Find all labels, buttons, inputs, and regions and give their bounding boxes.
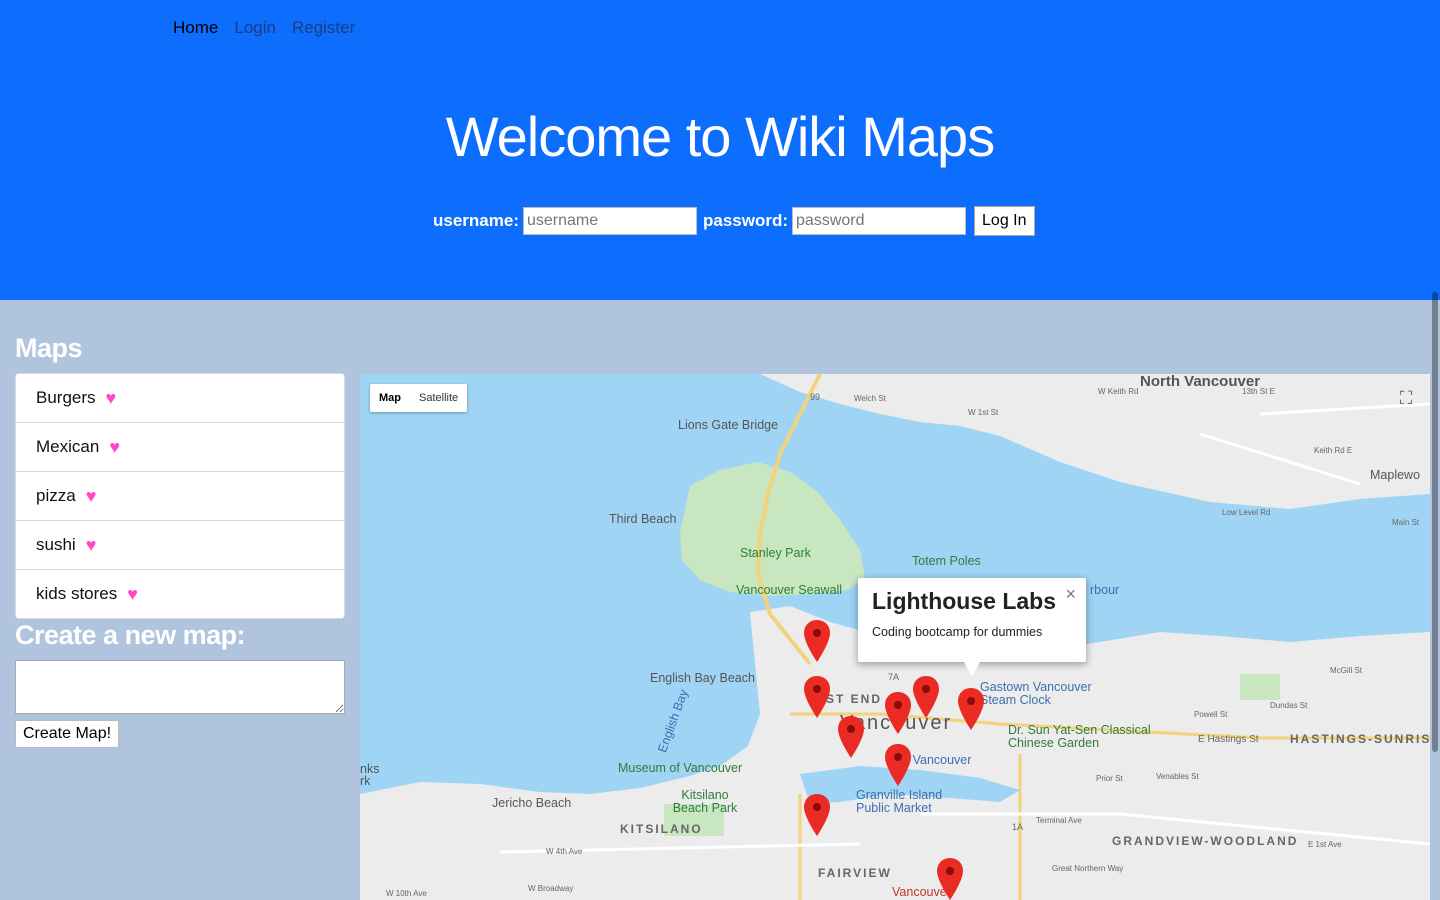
map-marker-pin-icon[interactable] [885,744,911,786]
map-name: pizza [36,486,76,505]
map-marker-pin-icon[interactable] [804,794,830,836]
map-label-mcgill: McGill St [1330,666,1362,675]
map-marker-pin-icon[interactable] [885,692,911,734]
map-label-granville: Granville Island Public Market [856,788,943,815]
map-label-low-level: Low Level Rd [1222,508,1271,517]
username-input[interactable] [522,207,697,235]
map-label-e-hastings: E Hastings St [1198,734,1259,745]
map-label-13th-st: 13th St E [1242,387,1275,396]
page-scrollbar[interactable] [1430,0,1440,900]
password-input[interactable] [792,207,967,235]
map-label-seawall: Vancouver Seawall [736,583,843,597]
map-label-w-keith: W Keith Rd [1098,387,1139,396]
map-marker-pin-icon[interactable] [913,676,939,718]
map-name: kids stores [36,584,118,603]
map-name: sushi [36,535,76,554]
login-button[interactable]: Log In [974,206,1035,236]
create-map-button[interactable]: Create Map! [15,720,120,748]
map-view[interactable]: Map Satellite ⛶ North Vancouver Lions Ga… [360,374,1430,900]
heart-icon[interactable]: ♥ [106,388,117,409]
highway-7a-shield: 7A [888,672,900,682]
map-label-west-end: ST END [826,692,883,706]
map-marker-pin-icon[interactable] [804,620,830,662]
map-label-powell: Powell St [1194,710,1228,719]
map-label-fairview: FAIRVIEW [818,866,892,880]
map-label-grandview: GRANDVIEW-WOODLAND [1112,834,1299,848]
map-label-gastown: Gastown Vancouver Steam Clock [980,680,1092,707]
map-label-lions-gate: Lions Gate Bridge [678,418,779,432]
map-label-harbour: rbour [1090,583,1120,597]
map-label-stanley-park: Stanley Park [740,546,811,560]
map-label-w-1st: W 1st St [968,408,999,417]
nav-register[interactable]: Register [292,18,355,38]
map-label-w-4th: W 4th Ave [546,847,583,856]
map-label-w-10th: W 10th Ave [386,889,427,898]
map-type-satellite-button[interactable]: Satellite [410,384,467,412]
map-type-map-button[interactable]: Map [370,384,410,412]
map-marker-pin-icon[interactable] [804,676,830,718]
highway-1a-shield: 1A [1012,822,1024,832]
login-form: username: password: Log In [433,206,1035,236]
map-marker-pin-icon[interactable] [958,688,984,730]
list-item[interactable]: Mexican ♥ [16,423,344,472]
maps-list: Burgers ♥ Mexican ♥ pizza ♥ sushi ♥ kids sto… [15,373,345,619]
map-label-welch: Welch St [854,394,886,403]
map-name: Burgers [36,388,96,407]
info-window-description: Coding bootcamp for dummies [872,625,1043,639]
list-item[interactable]: kids stores ♥ [16,570,344,618]
map-label-museum: Museum of Vancouver [618,761,743,775]
info-window-title: Lighthouse Labs [872,588,1056,614]
map-label-hastings-sunrise: HASTINGS-SUNRISE [1290,732,1430,746]
username-label: username: [433,211,519,230]
map-label-kitsilano: KITSILANO [620,822,703,836]
info-window-tail [964,662,980,677]
page-title: Welcome to Wiki Maps [445,105,995,168]
heart-icon[interactable]: ♥ [127,584,138,605]
list-item[interactable]: sushi ♥ [16,521,344,570]
map-label-venables: Venables St [1156,772,1199,781]
map-label-sun-yat-sen: Dr. Sun Yat-Sen Classical Chinese Garden [1008,723,1151,750]
map-label-e-1st: E 1st Ave [1308,840,1342,849]
map-label-maplewood: Maplewo [1370,468,1421,482]
hero-banner: Home Login Register Welcome to Wiki Maps… [0,0,1440,300]
top-nav: Home Login Register [173,18,355,38]
nav-login[interactable]: Login [234,18,276,38]
heart-icon[interactable]: ♥ [86,535,97,556]
fullscreen-icon[interactable]: ⛶ [1392,384,1420,412]
heart-icon[interactable]: ♥ [109,437,120,458]
scrollbar-thumb[interactable] [1432,292,1438,752]
create-map-heading: Create a new map: [15,620,246,650]
map-label-great-northern: Great Northern Way [1052,864,1124,873]
map-label-main-st: Main St [1392,518,1420,527]
map-label-kitsilano-beach: Kitsilano Beach Park [672,788,738,815]
map-name: Mexican [36,437,100,456]
map-label-jericho: Jericho Beach [492,796,572,810]
maps-heading: Maps [15,333,83,363]
map-label-prior: Prior St [1096,774,1123,783]
map-marker-pin-icon[interactable] [838,716,864,758]
highway-99-shield: 99 [810,392,821,402]
password-label: password: [702,211,789,230]
heart-icon[interactable]: ♥ [86,486,97,507]
map-label-dundas: Dundas St [1270,701,1308,710]
nav-home[interactable]: Home [173,18,218,38]
map-label-keith-rd: Keith Rd E [1314,446,1353,455]
new-map-name-input[interactable] [15,660,345,714]
close-icon[interactable]: × [1065,584,1076,605]
map-type-control: Map Satellite [370,384,468,412]
list-item[interactable]: pizza ♥ [16,472,344,521]
map-marker-pin-icon[interactable] [937,858,963,900]
map-label-terminal: Terminal Ave [1036,816,1082,825]
map-label-totem-poles: Totem Poles [912,554,981,568]
map-label-left-edge: nks rk [360,762,380,788]
map-info-window: Lighthouse Labs Coding bootcamp for dumm… [858,578,1086,677]
map-label-w-broadway: W Broadway [528,884,574,893]
map-label-third-beach: Third Beach [609,512,677,526]
list-item[interactable]: Burgers ♥ [16,374,344,423]
map-label-english-bay-beach: English Bay Beach [650,671,755,685]
